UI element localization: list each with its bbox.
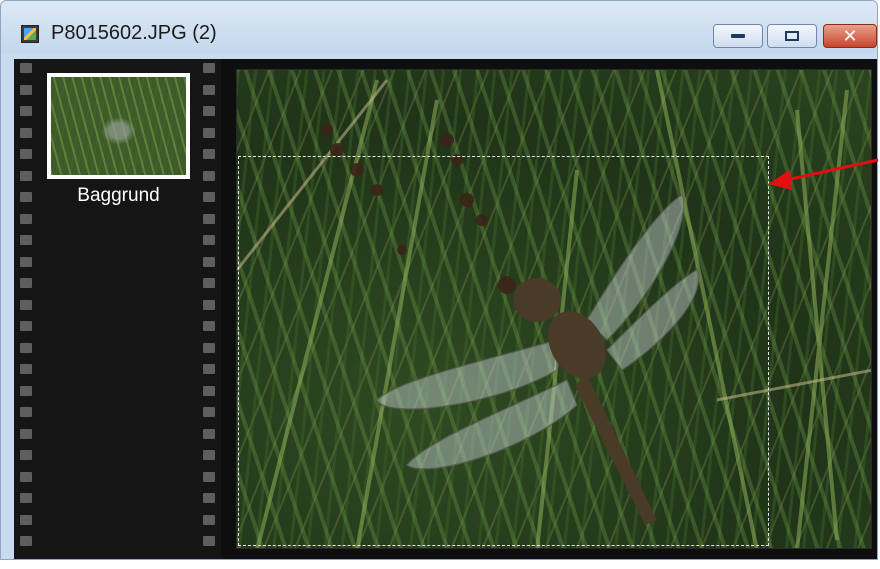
annotation-arrow xyxy=(768,158,879,190)
